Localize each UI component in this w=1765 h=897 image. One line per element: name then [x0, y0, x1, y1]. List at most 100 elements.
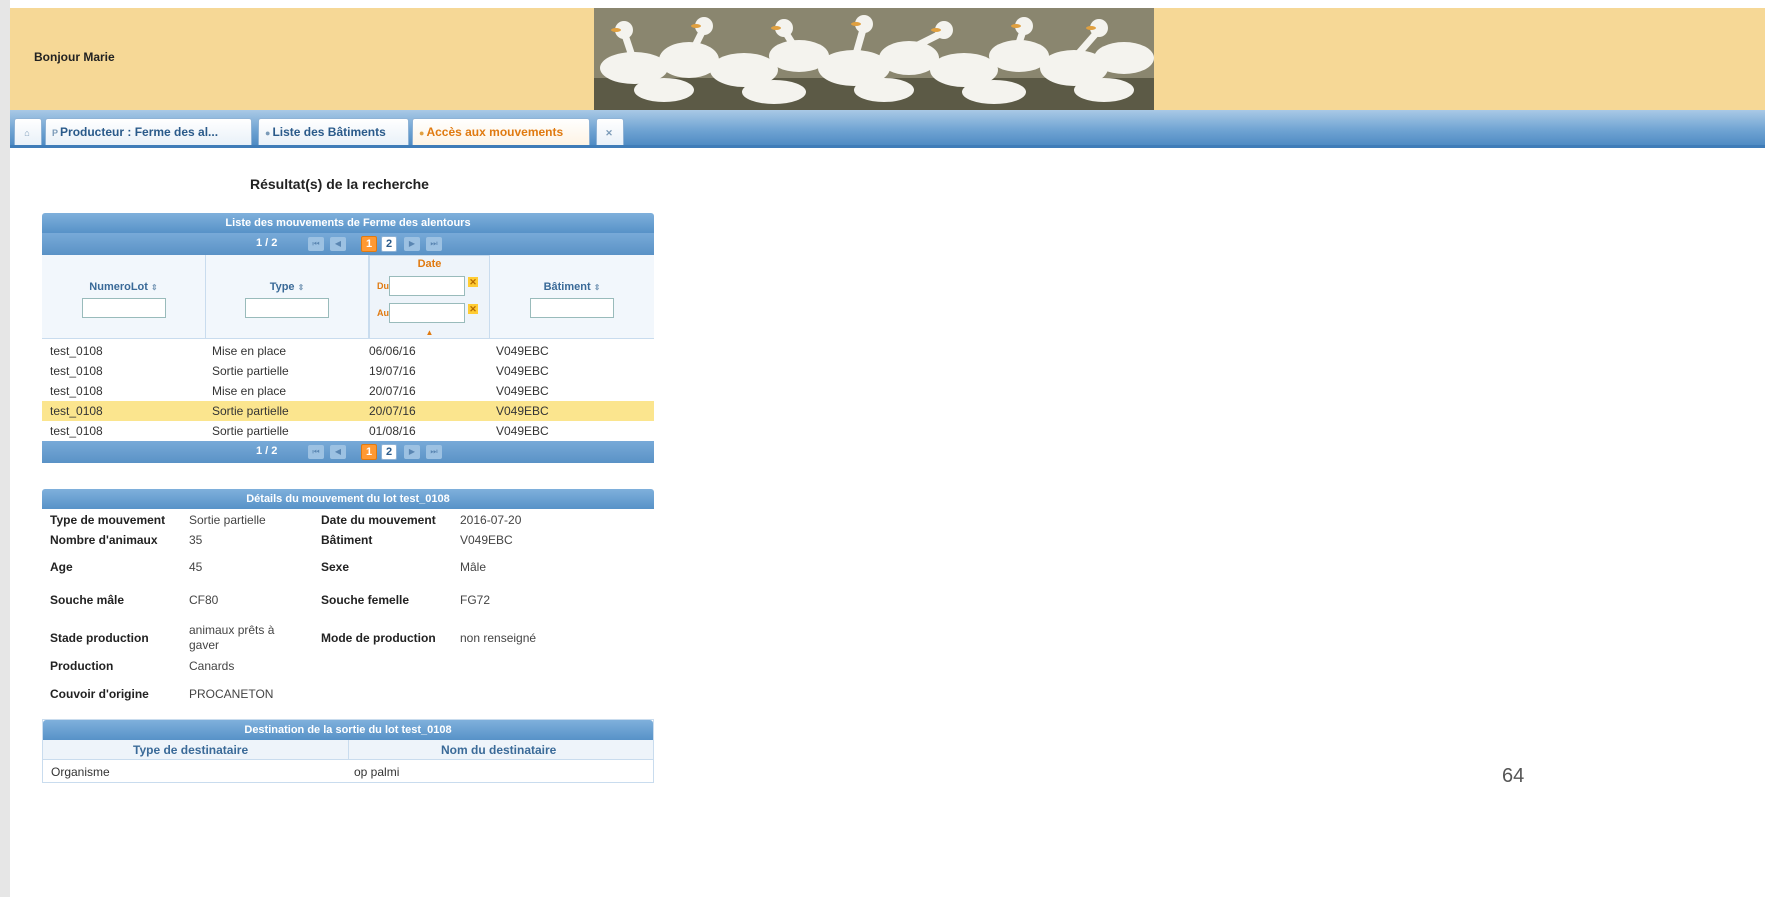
cell-type: Mise en place: [212, 344, 287, 358]
table-row[interactable]: Organisme op palmi: [43, 760, 653, 782]
mode-production-value: non renseigné: [460, 631, 537, 645]
cell-lot: test_0108: [50, 384, 103, 398]
page-2-button[interactable]: 2: [381, 444, 397, 460]
table-row[interactable]: test_0108 Mise en place 06/06/16 V049EBC: [42, 341, 654, 361]
type-mouvement-value: Sortie partielle: [189, 513, 266, 527]
cell-lot: test_0108: [50, 424, 103, 438]
next-page-button[interactable]: ▶: [404, 445, 420, 459]
tab-liste-batiments[interactable]: ● Liste des Bâtiments: [258, 118, 409, 146]
movements-title: Liste des mouvements de Ferme des alento…: [42, 213, 654, 233]
pager-count: 1 / 2: [256, 237, 278, 249]
cell-date: 20/07/16: [369, 404, 416, 418]
cell-lot: test_0108: [50, 364, 103, 378]
destination-panel: Destination de la sortie du lot test_010…: [42, 719, 654, 783]
cell-batiment: V049EBC: [496, 384, 549, 398]
tab-bar: ⌂ P Producteur : Ferme des al... ● Liste d…: [10, 110, 1765, 147]
first-page-button[interactable]: ⏮: [308, 237, 324, 251]
sexe-label: Sexe: [321, 560, 350, 574]
column-divider: [348, 740, 349, 760]
tab-close[interactable]: ✕: [596, 118, 624, 146]
sort-batiment[interactable]: Bâtiment ⇕: [490, 281, 654, 293]
pager-top: 1 / 2 ⏮ ◀ 1 2 ▶ ⏭: [42, 233, 654, 255]
couvoir-value: PROCANETON: [189, 687, 274, 701]
date-mouvement-label: Date du mouvement: [321, 513, 436, 527]
next-page-button[interactable]: ▶: [404, 237, 420, 251]
tab-label: Liste des Bâtiments: [272, 125, 386, 139]
cell-nom-destinataire: op palmi: [354, 765, 400, 779]
nombre-animaux-value: 35: [189, 533, 203, 547]
souche-male-label: Souche mâle: [50, 593, 125, 607]
person-icon: P: [52, 128, 59, 138]
stade-production-value-line2: gaver: [189, 638, 220, 652]
column-date: Date Du ✕ Au ✕ ▲: [369, 255, 490, 339]
souche-male-value: CF80: [189, 593, 219, 607]
stade-production-label: Stade production: [50, 631, 149, 645]
cell-date: 01/08/16: [369, 424, 416, 438]
close-icon: ✕: [605, 128, 613, 138]
table-row[interactable]: test_0108 Sortie partielle 01/08/16 V049…: [42, 421, 654, 441]
cell-type: Sortie partielle: [212, 424, 289, 438]
left-strip: [0, 0, 10, 897]
souche-femelle-value: FG72: [460, 593, 491, 607]
cell-lot: test_0108: [50, 344, 103, 358]
greeting: Bonjour Marie: [34, 50, 115, 64]
last-page-button[interactable]: ⏭: [426, 237, 442, 251]
cell-type-destinataire: Organisme: [51, 765, 110, 779]
date-to-input[interactable]: [389, 303, 465, 323]
sexe-value: Mâle: [460, 560, 487, 574]
pager-count: 1 / 2: [256, 445, 278, 457]
clear-from-icon[interactable]: ✕: [468, 277, 478, 287]
destination-header-row: Type de destinataire Nom du destinataire: [43, 740, 653, 760]
batiment-filter-input[interactable]: [530, 298, 614, 318]
column-label: Bâtiment: [543, 281, 591, 293]
details-panel: Détails du mouvement du lot test_0108 Ty…: [42, 489, 654, 731]
date-from-input[interactable]: [389, 276, 465, 296]
production-label: Production: [50, 659, 114, 673]
last-page-button[interactable]: ⏭: [426, 445, 442, 459]
cell-date: 19/07/16: [369, 364, 416, 378]
sort-numerolot[interactable]: NumeroLot ⇕: [42, 281, 205, 293]
column-type: Type ⇕: [206, 255, 369, 339]
tab-acces-mouvements[interactable]: ● Accès aux mouvements: [412, 118, 590, 146]
table-row-selected[interactable]: test_0108 Sortie partielle 20/07/16 V049…: [42, 401, 654, 421]
stade-production-value-line1: animaux prêts à: [189, 623, 275, 637]
cell-type: Mise en place: [212, 384, 287, 398]
page-1-button[interactable]: 1: [361, 236, 377, 252]
cell-batiment: V049EBC: [496, 404, 549, 418]
couvoir-label: Couvoir d'origine: [50, 687, 149, 701]
results-title: Résultat(s) de la recherche: [250, 176, 429, 192]
tab-label: Producteur : Ferme des al...: [60, 125, 219, 139]
date-sort-label[interactable]: Date: [370, 258, 489, 270]
numerolot-filter-input[interactable]: [82, 298, 166, 318]
first-page-button[interactable]: ⏮: [308, 445, 324, 459]
sort-type[interactable]: Type ⇕: [206, 281, 368, 293]
clear-to-icon[interactable]: ✕: [468, 304, 478, 314]
cell-date: 06/06/16: [369, 344, 416, 358]
home-icon: ⌂: [24, 128, 30, 138]
page-1-button[interactable]: 1: [361, 444, 377, 460]
date-from-label: Du: [377, 281, 389, 291]
dot-icon: ●: [419, 128, 425, 138]
page-2-button[interactable]: 2: [381, 236, 397, 252]
prev-page-button[interactable]: ◀: [330, 237, 346, 251]
cell-batiment: V049EBC: [496, 344, 549, 358]
cell-lot: test_0108: [50, 404, 103, 418]
type-filter-input[interactable]: [245, 298, 329, 318]
ducks-banner-image: [594, 8, 1154, 110]
col-nom-destinataire[interactable]: Nom du destinataire: [441, 743, 556, 757]
table-row[interactable]: test_0108 Mise en place 20/07/16 V049EBC: [42, 381, 654, 401]
nombre-animaux-label: Nombre d'animaux: [50, 533, 158, 547]
souche-femelle-label: Souche femelle: [321, 593, 410, 607]
page-number: 64: [1502, 765, 1525, 787]
tab-label: Accès aux mouvements: [426, 125, 564, 139]
age-label: Age: [50, 560, 73, 574]
col-type-destinataire[interactable]: Type de destinataire: [133, 743, 248, 757]
date-to-label: Au: [377, 308, 389, 318]
prev-page-button[interactable]: ◀: [330, 445, 346, 459]
destination-title: Destination de la sortie du lot test_010…: [43, 720, 653, 740]
tab-home[interactable]: ⌂: [14, 118, 42, 146]
sort-up-icon: ▲: [425, 328, 434, 337]
table-row[interactable]: test_0108 Sortie partielle 19/07/16 V049…: [42, 361, 654, 381]
column-label: Type: [269, 281, 295, 293]
tab-producteur[interactable]: P Producteur : Ferme des al...: [45, 118, 252, 146]
